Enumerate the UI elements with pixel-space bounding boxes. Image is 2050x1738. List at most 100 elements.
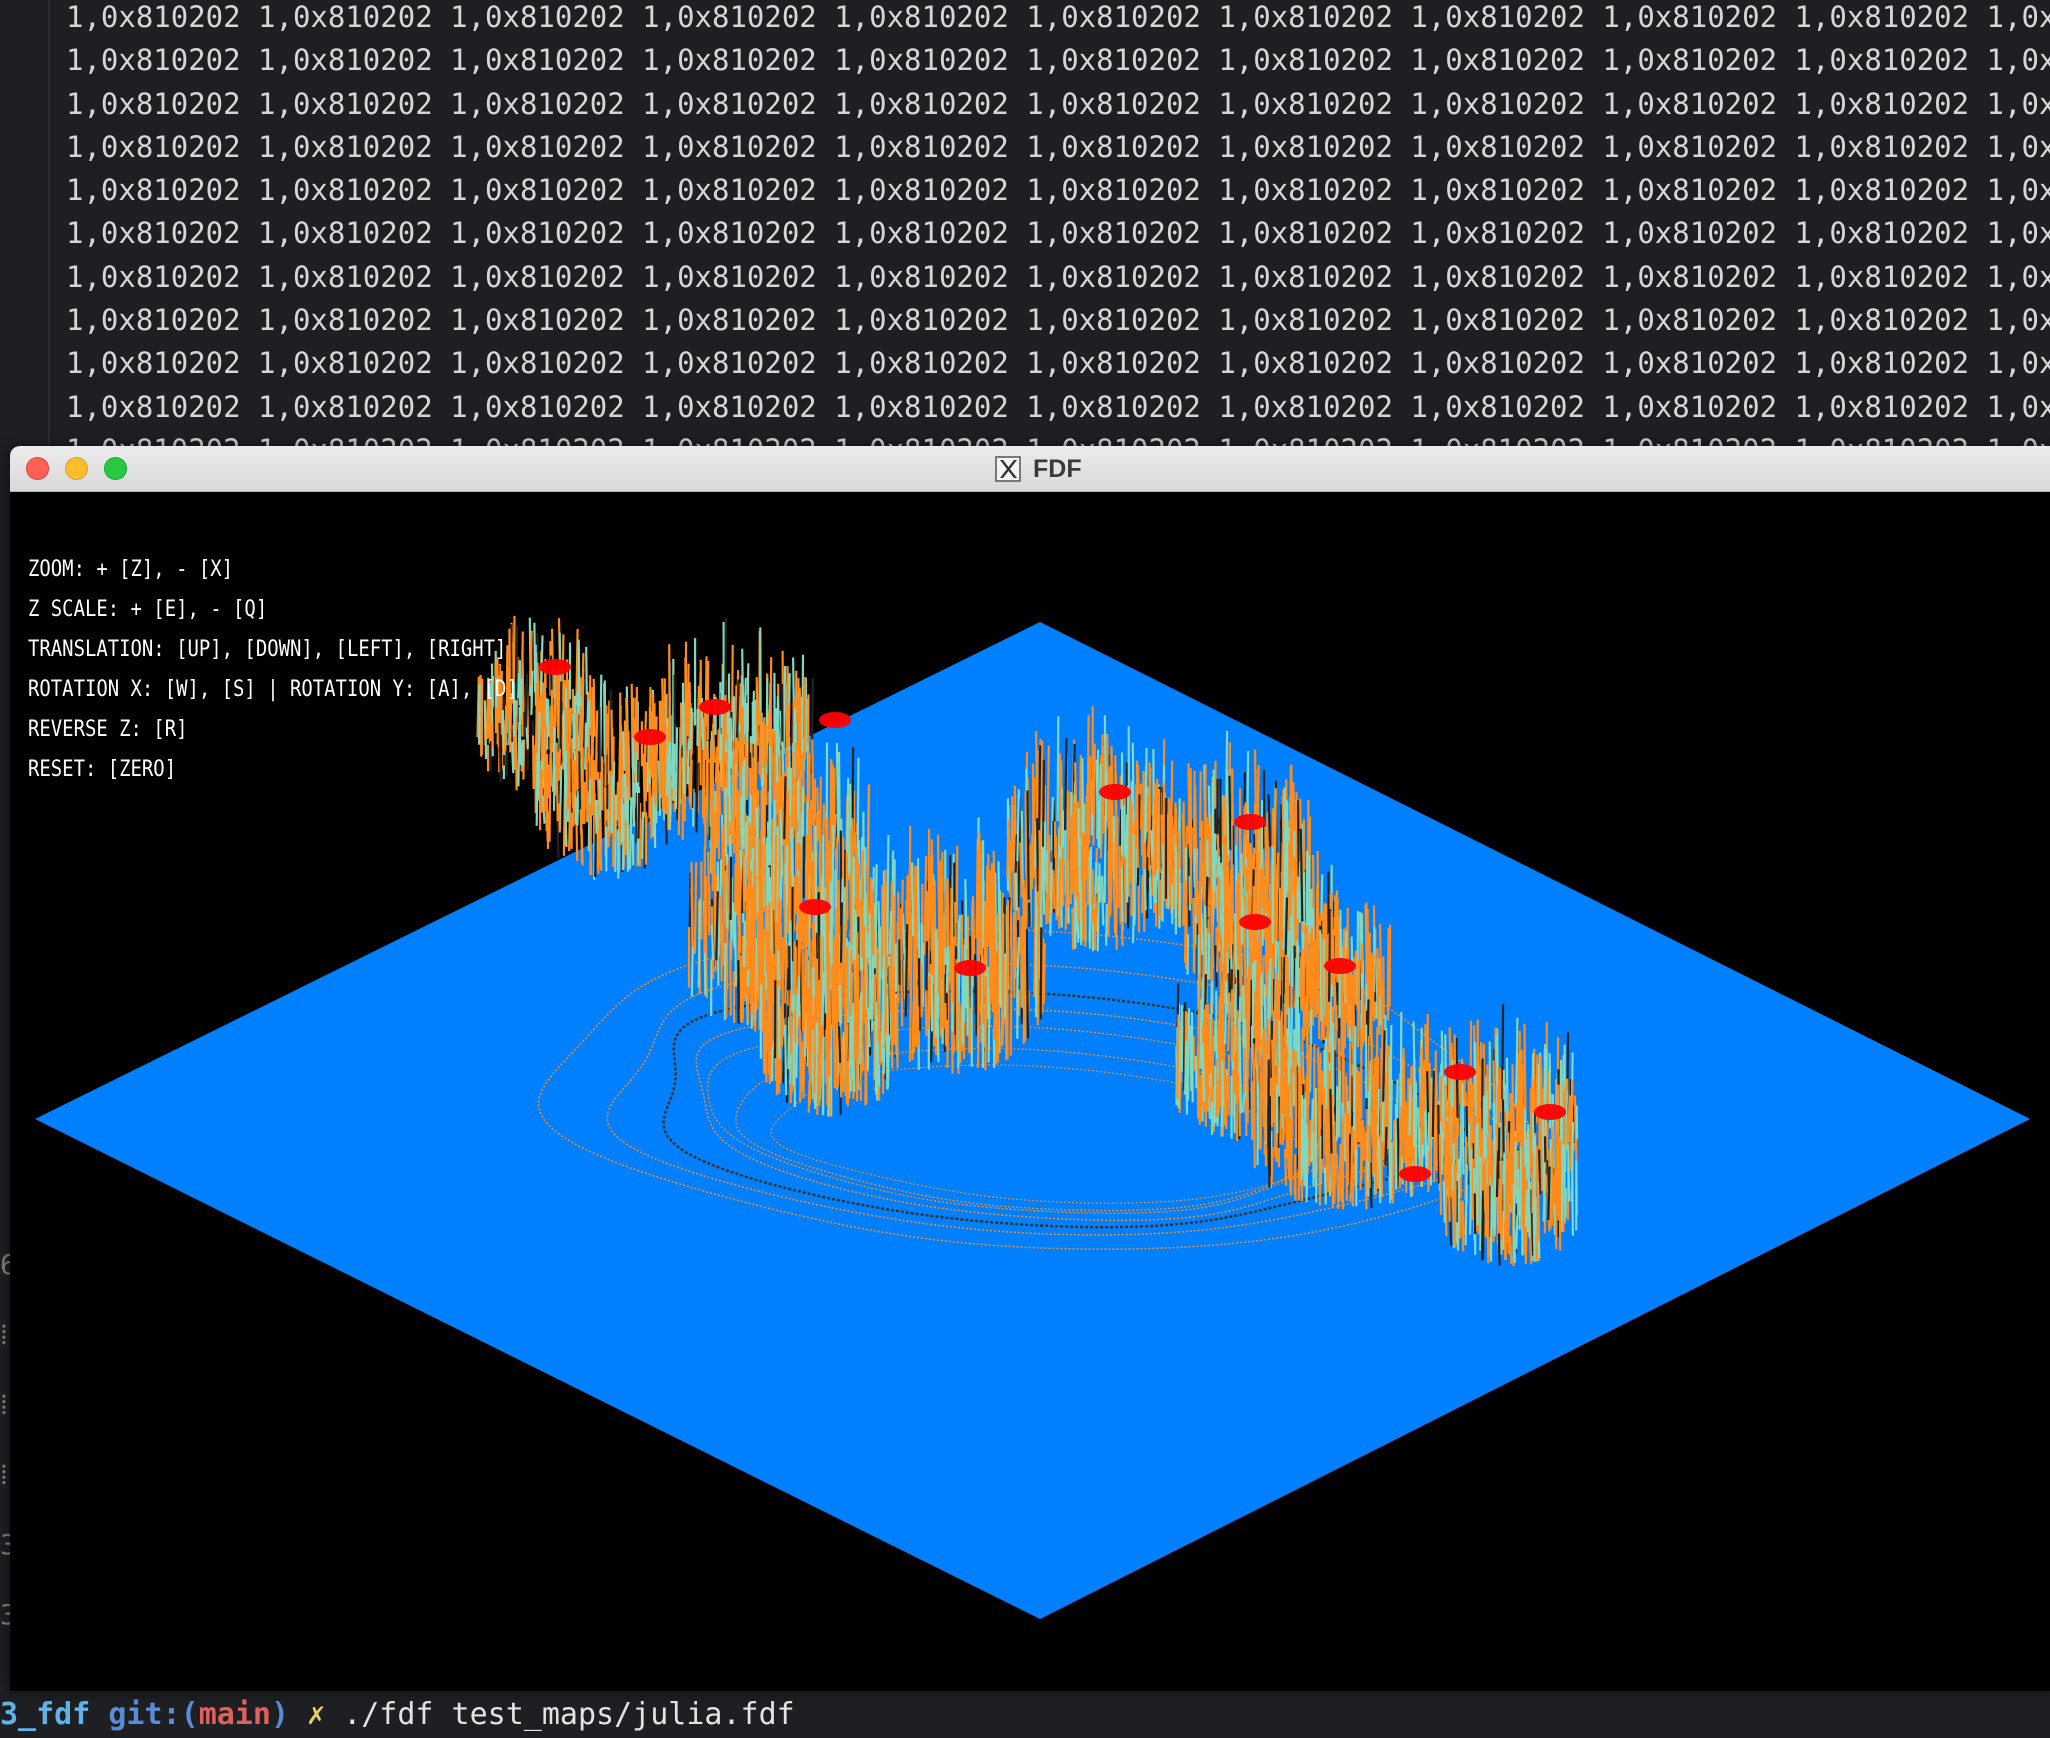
relief-spike [1086, 715, 1090, 824]
relief-spike [682, 701, 686, 795]
relief-spike [1267, 794, 1272, 847]
relief-spike [896, 921, 900, 1004]
relief-spike [1235, 880, 1239, 933]
relief-spike [1538, 1149, 1542, 1195]
peak-hotspot [1239, 914, 1271, 930]
relief-spike [1233, 984, 1237, 1054]
relief-spike [859, 899, 864, 957]
relief-spike [1290, 1067, 1294, 1136]
relief-spike [1361, 987, 1365, 1047]
relief-spike [1210, 901, 1215, 968]
relief-spike [1242, 1048, 1246, 1095]
relief-spike [1495, 1150, 1500, 1198]
relief-spike [752, 787, 756, 847]
peak-hotspot [1324, 958, 1356, 974]
relief-spike [1046, 745, 1050, 851]
relief-spike [1364, 1166, 1368, 1210]
relief-spike [1216, 940, 1219, 973]
help-reset: RESET: [ZERO] [28, 757, 177, 782]
relief-spike [1091, 869, 1095, 922]
relief-spike [594, 800, 598, 834]
relief-spike [1310, 979, 1315, 1015]
relief-spike [783, 883, 787, 983]
relief-spike [924, 988, 928, 1037]
relief-spike [576, 790, 580, 826]
relief-spike [1146, 818, 1151, 858]
relief-spike [816, 787, 820, 842]
relief-spike [1024, 791, 1028, 876]
relief-spike [608, 781, 612, 825]
relief-spike [1061, 847, 1065, 907]
relief-spike [1459, 1200, 1463, 1239]
relief-spike [1184, 881, 1188, 963]
relief-spike [1382, 1030, 1386, 1102]
relief-spike [1199, 771, 1202, 838]
relief-spike [923, 855, 928, 956]
prompt-command[interactable]: ./fdf test_maps/julia.fdf [343, 1697, 795, 1732]
fdf-window[interactable]: FDF ZOOM: + [Z], - [X] Z SCALE: + [E], -… [10, 446, 2050, 1691]
relief-spike [1264, 826, 1268, 914]
relief-spike [1042, 943, 1046, 1004]
render-canvas[interactable]: ZOOM: + [Z], - [X] Z SCALE: + [E], - [Q]… [10, 492, 2050, 1691]
relief-spike [911, 1002, 915, 1061]
minimize-button[interactable] [65, 457, 88, 480]
peak-hotspot [1099, 784, 1131, 800]
close-button[interactable] [26, 457, 49, 480]
terminal-output: 1,0x810202 1,0x810202 1,0x810202 1,0x810… [66, 0, 2050, 472]
relief-spike [1227, 992, 1231, 1052]
relief-spike [1237, 872, 1241, 967]
relief-spike [1420, 1046, 1424, 1145]
relief-spike [1540, 1128, 1544, 1191]
relief-spike [627, 730, 631, 801]
relief-spike [1107, 853, 1111, 936]
terminal-row: 1,0x810202 1,0x810202 1,0x810202 1,0x810… [66, 259, 2050, 294]
relief-spike [1186, 1008, 1190, 1101]
prompt-paren-close: ) [270, 1697, 289, 1732]
relief-spike [823, 919, 827, 1014]
prompt-branch: main [198, 1697, 271, 1732]
relief-spike [1143, 868, 1147, 911]
relief-spike [580, 828, 584, 866]
relief-spike [1518, 1146, 1523, 1231]
relief-spike [1154, 786, 1158, 870]
relief-spike [987, 987, 991, 1063]
relief-spike [1374, 1110, 1378, 1195]
relief-spike [863, 925, 866, 1023]
relief-spike [944, 878, 948, 948]
relief-spike [757, 838, 761, 911]
relief-spike [1244, 802, 1249, 859]
relief-spike [1522, 1206, 1526, 1255]
relief-spike [845, 881, 848, 931]
relief-spike [859, 992, 863, 1064]
relief-spike [1438, 1134, 1443, 1215]
relief-spike [844, 960, 848, 1038]
relief-spike [1100, 875, 1105, 926]
relief-spike [729, 939, 732, 1016]
terminal-prompt[interactable]: 3_fdf git:(main) ✗ ./fdf test_maps/julia… [0, 1692, 2050, 1738]
relief-spike [1384, 1126, 1388, 1166]
relief-spike [725, 928, 729, 1019]
relief-spike [814, 825, 818, 933]
prompt-paren-open: ( [180, 1697, 199, 1732]
relief-spike [1299, 828, 1304, 922]
relief-spike [744, 822, 747, 902]
relief-spike [1283, 1034, 1287, 1114]
relief-spike [1016, 794, 1020, 862]
relief-spike [1256, 1083, 1260, 1166]
relief-spike [901, 913, 906, 955]
window-titlebar[interactable]: FDF [10, 446, 2050, 492]
maximize-button[interactable] [104, 457, 127, 480]
relief-spike [927, 976, 931, 1030]
relief-spike [1515, 1215, 1519, 1249]
peak-hotspot [1444, 1064, 1476, 1080]
relief-spike [1300, 1095, 1304, 1181]
relief-spike [788, 989, 792, 1035]
relief-spike [1067, 790, 1071, 839]
relief-spike [1325, 1135, 1329, 1176]
relief-spike [1184, 1041, 1188, 1095]
relief-spike [827, 1045, 831, 1078]
relief-spike [853, 959, 857, 1059]
relief-spike [1132, 834, 1136, 926]
relief-spike [1283, 1148, 1288, 1186]
relief-spike [1203, 1043, 1207, 1127]
